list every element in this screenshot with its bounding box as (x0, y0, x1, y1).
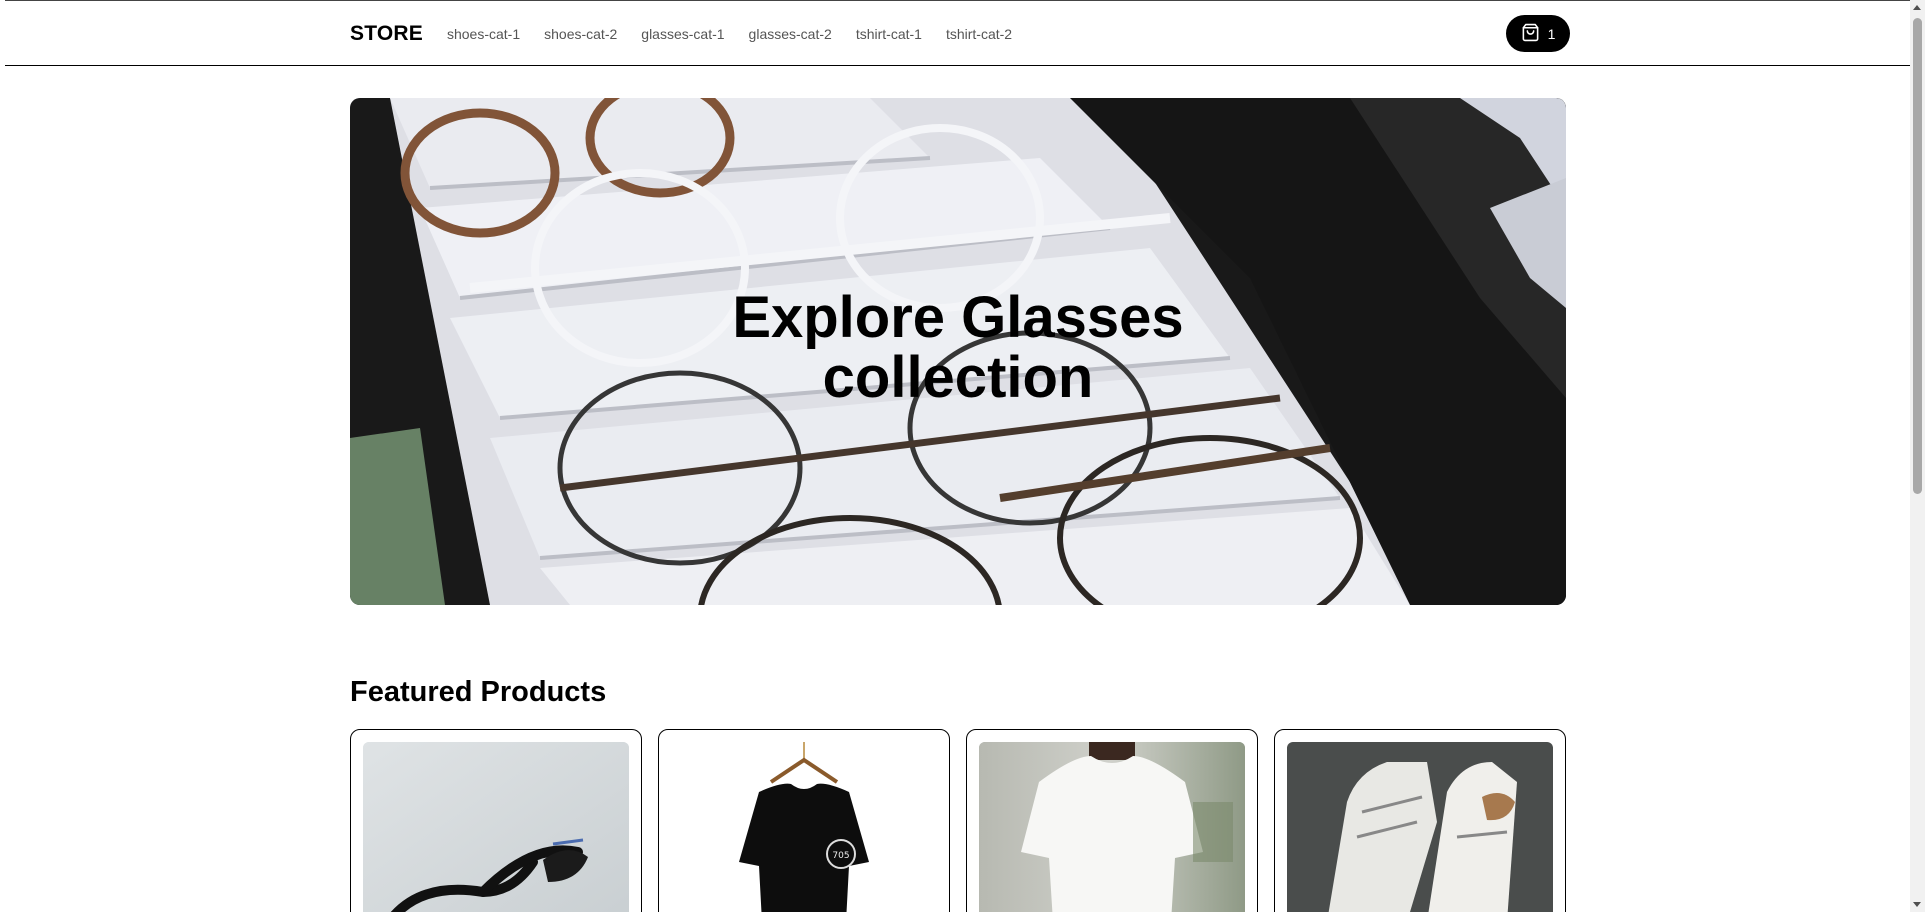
header-inner: STORE shoes-cat-1 shoes-cat-2 glasses-ca… (350, 1, 1570, 66)
product-card[interactable]: 705 (658, 729, 950, 912)
site-header: STORE shoes-cat-1 shoes-cat-2 glasses-ca… (5, 0, 1910, 66)
featured-products-heading: Featured Products (350, 676, 607, 708)
nav-link-shoes-cat-1[interactable]: shoes-cat-1 (447, 26, 520, 42)
nav-link-glasses-cat-2[interactable]: glasses-cat-2 (749, 26, 832, 42)
page-scrollbar[interactable] (1910, 0, 1925, 912)
hero-title-line-1: Explore Glasses (732, 285, 1184, 350)
scrollbar-thumb[interactable] (1913, 18, 1922, 494)
nav-link-glasses-cat-1[interactable]: glasses-cat-1 (641, 26, 724, 42)
product-image-eyeglasses (363, 742, 629, 912)
hero-title: Explore Glasses collection (350, 288, 1566, 408)
shopping-bag-icon (1521, 23, 1540, 45)
cart-button[interactable]: 1 (1506, 15, 1570, 52)
page: STORE shoes-cat-1 shoes-cat-2 glasses-ca… (0, 0, 1910, 912)
category-nav: shoes-cat-1 shoes-cat-2 glasses-cat-1 gl… (447, 26, 1012, 42)
hero-title-line-2: collection (822, 345, 1094, 410)
product-card[interactable] (1274, 729, 1566, 912)
nav-link-shoes-cat-2[interactable]: shoes-cat-2 (544, 26, 617, 42)
nav-link-tshirt-cat-2[interactable]: tshirt-cat-2 (946, 26, 1012, 42)
scroll-down-arrow-icon[interactable] (1913, 902, 1921, 907)
product-image-sneakers (1287, 742, 1553, 912)
product-image-black-tshirt: 705 (671, 742, 937, 912)
product-image-white-tshirt (979, 742, 1245, 912)
product-card[interactable] (966, 729, 1258, 912)
scroll-up-arrow-icon[interactable] (1913, 5, 1921, 10)
product-card[interactable] (350, 729, 642, 912)
hero-banner[interactable]: Explore Glasses collection (350, 98, 1566, 605)
store-logo[interactable]: STORE (350, 22, 423, 46)
svg-text:705: 705 (832, 851, 849, 861)
featured-products-grid: 705 (350, 729, 1566, 912)
cart-count: 1 (1547, 25, 1556, 42)
nav-link-tshirt-cat-1[interactable]: tshirt-cat-1 (856, 26, 922, 42)
